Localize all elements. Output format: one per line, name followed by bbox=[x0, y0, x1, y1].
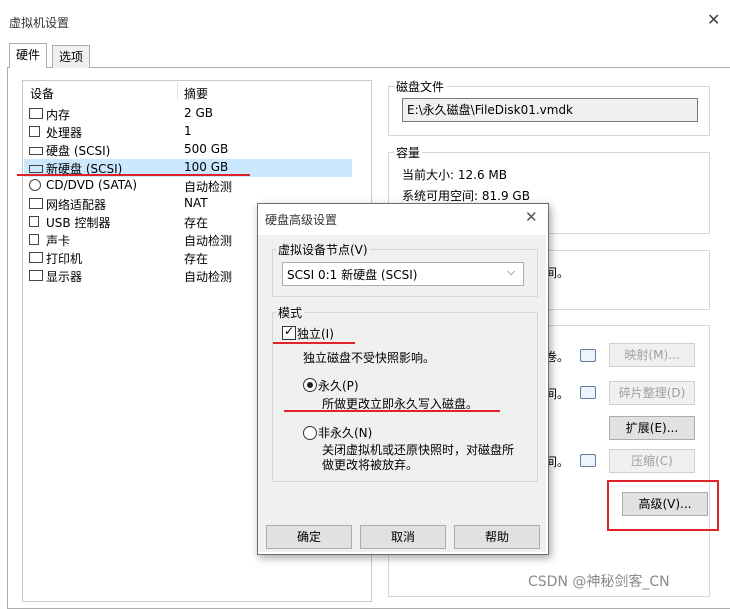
compact-button[interactable]: 压缩(C) bbox=[609, 449, 695, 473]
device-summary: 自动检测 bbox=[184, 270, 233, 284]
device-name: CD/DVD (SATA) bbox=[46, 178, 138, 192]
device-summary: 100 GB bbox=[184, 160, 229, 174]
device-name: 显示器 bbox=[46, 270, 83, 284]
device-summary: 自动检测 bbox=[184, 234, 233, 248]
current-size: 当前大小: 12.6 MB bbox=[402, 168, 507, 182]
annotation-box bbox=[607, 480, 719, 531]
info-icon bbox=[580, 454, 596, 467]
device-row-cd-dvd[interactable]: CD/DVD (SATA) 自动检测 bbox=[24, 177, 368, 195]
info-icon bbox=[580, 349, 596, 362]
nonpersistent-label[interactable]: 非永久(N) bbox=[318, 424, 372, 441]
persistent-label[interactable]: 永久(P) bbox=[318, 377, 359, 394]
device-summary: NAT bbox=[184, 196, 208, 210]
device-row-memory[interactable]: 内存 2 GB bbox=[24, 105, 368, 123]
close-icon[interactable]: ✕ bbox=[707, 12, 720, 28]
device-name: 打印机 bbox=[46, 252, 83, 266]
radio-dot bbox=[307, 382, 313, 388]
checkmark-icon: ✓ bbox=[284, 324, 295, 338]
disk-file-title: 磁盘文件 bbox=[394, 78, 447, 95]
nonpersistent-description: 做更改将被放弃。 bbox=[322, 458, 419, 472]
cpu-icon bbox=[29, 126, 40, 137]
network-icon bbox=[29, 198, 43, 209]
title-bar bbox=[0, 0, 730, 44]
device-name: 网络适配器 bbox=[46, 198, 107, 212]
node-group-title: 虚拟设备节点(V) bbox=[276, 241, 370, 258]
device-summary: 自动检测 bbox=[184, 180, 233, 194]
disk-file-path[interactable]: E:\永久磁盘\FileDisk01.vmdk bbox=[402, 98, 698, 122]
watermark: CSDN @神秘剑客_CN bbox=[528, 574, 670, 590]
info-icon bbox=[580, 386, 596, 399]
device-name: 声卡 bbox=[46, 234, 71, 248]
tab-options[interactable]: 选项 bbox=[52, 45, 91, 68]
column-divider bbox=[177, 82, 178, 100]
annotation-underline bbox=[273, 342, 355, 344]
map-button[interactable]: 映射(M)... bbox=[609, 343, 695, 367]
persistent-radio[interactable] bbox=[303, 378, 317, 392]
device-name: 内存 bbox=[46, 108, 71, 122]
speaker-icon bbox=[29, 234, 39, 245]
free-space: 系统可用空间: 81.9 GB bbox=[402, 189, 530, 203]
usb-icon bbox=[29, 216, 39, 227]
hard-disk-icon bbox=[29, 165, 43, 173]
column-header-summary[interactable]: 摘要 bbox=[184, 85, 208, 102]
column-header-device[interactable]: 设备 bbox=[30, 85, 54, 102]
nonpersistent-radio[interactable] bbox=[303, 426, 317, 440]
window-title: 虚拟机设置 bbox=[9, 16, 70, 30]
device-row-hard-disk[interactable]: 硬盘 (SCSI) 500 GB bbox=[24, 141, 368, 159]
cancel-button[interactable]: 取消 bbox=[360, 525, 446, 549]
hard-disk-icon bbox=[29, 147, 43, 155]
device-name: USB 控制器 bbox=[46, 216, 111, 230]
independent-description: 独立磁盘不受快照影响。 bbox=[303, 351, 436, 365]
device-summary: 存在 bbox=[184, 252, 209, 266]
virtual-device-node-select[interactable]: SCSI 0:1 新硬盘 (SCSI) ⌵ bbox=[282, 262, 524, 286]
device-summary: 2 GB bbox=[184, 106, 213, 120]
independent-checkbox[interactable]: ✓ bbox=[282, 324, 296, 340]
ok-button[interactable]: 确定 bbox=[266, 525, 352, 549]
capacity-title: 容量 bbox=[394, 144, 423, 161]
close-icon[interactable]: ✕ bbox=[525, 208, 538, 226]
selected-node: SCSI 0:1 新硬盘 (SCSI) bbox=[287, 268, 418, 282]
device-name: 硬盘 (SCSI) bbox=[46, 144, 111, 158]
printer-icon bbox=[29, 252, 43, 263]
mode-group-title: 模式 bbox=[276, 304, 305, 321]
memory-icon bbox=[29, 108, 43, 119]
independent-label[interactable]: 独立(I) bbox=[297, 325, 334, 342]
defragment-button[interactable]: 碎片整理(D) bbox=[609, 381, 695, 405]
annotation-underline bbox=[284, 410, 500, 412]
help-button[interactable]: 帮助 bbox=[454, 525, 540, 549]
device-summary: 500 GB bbox=[184, 142, 229, 156]
annotation-underline bbox=[17, 174, 250, 176]
chevron-down-icon: ⌵ bbox=[507, 265, 516, 278]
device-name: 处理器 bbox=[46, 126, 83, 140]
tab-hardware[interactable]: 硬件 bbox=[9, 43, 48, 68]
cd-icon bbox=[29, 179, 41, 191]
dialog-title: 硬盘高级设置 bbox=[265, 213, 338, 227]
expand-button[interactable]: 扩展(E)... bbox=[609, 416, 695, 440]
device-row-cpu[interactable]: 处理器 1 bbox=[24, 123, 368, 141]
monitor-icon bbox=[29, 270, 43, 281]
device-summary: 存在 bbox=[184, 216, 209, 230]
device-summary: 1 bbox=[184, 124, 192, 138]
